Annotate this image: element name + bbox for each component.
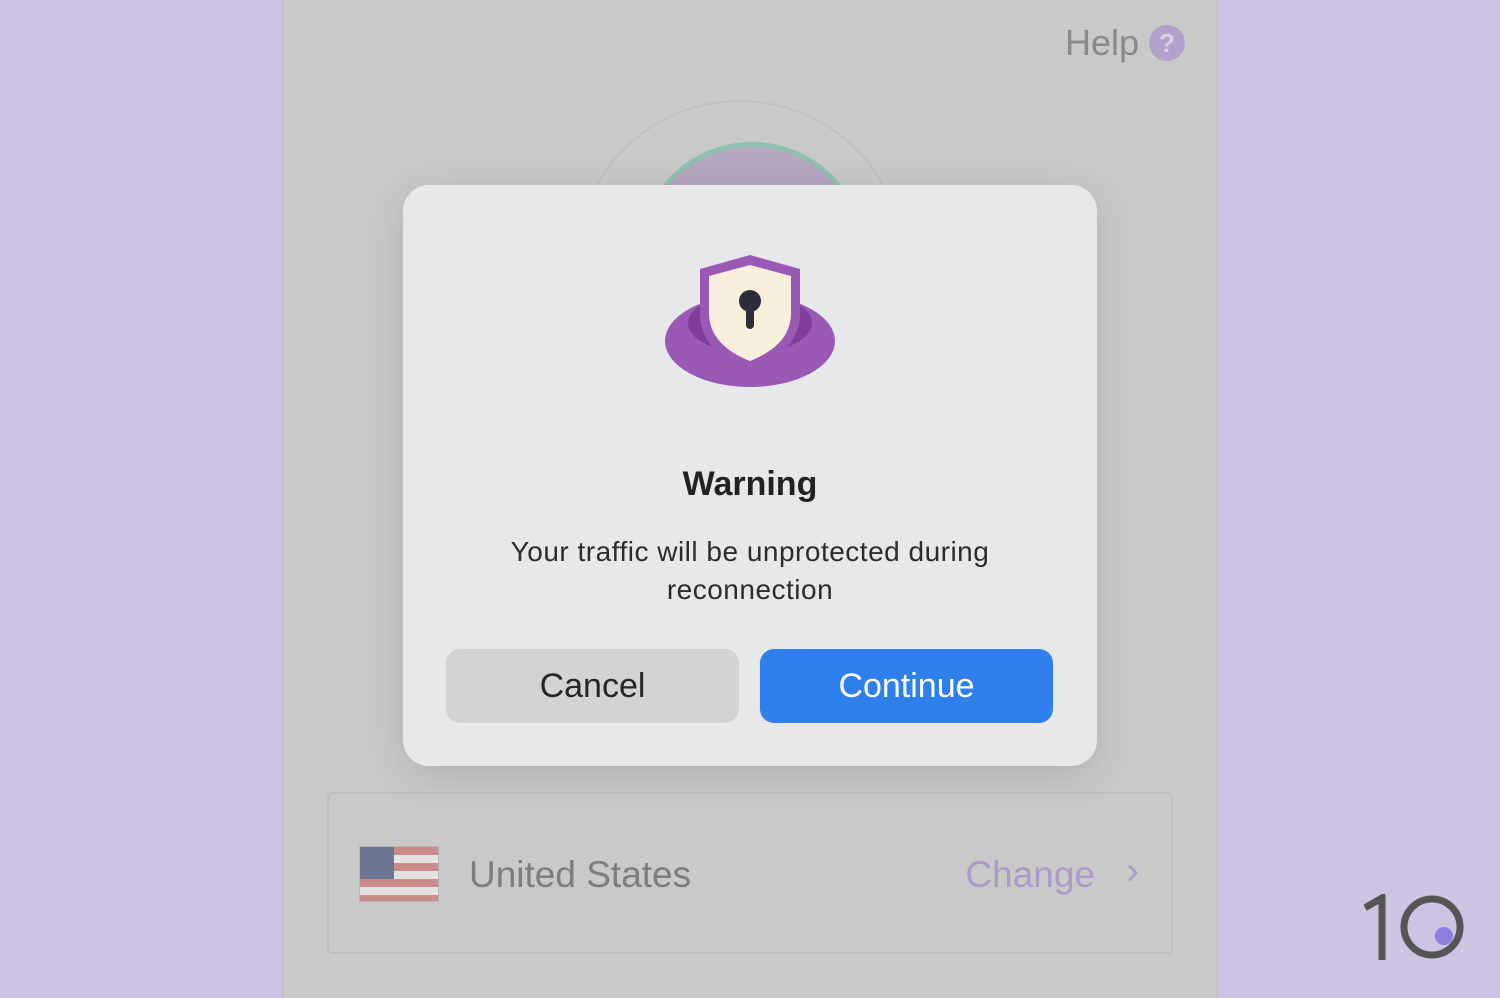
us-flag-icon	[359, 846, 439, 902]
help-button[interactable]: Help ?	[1065, 22, 1185, 64]
question-icon: ?	[1149, 25, 1185, 61]
warning-dialog: Warning Your traffic will be unprotected…	[403, 185, 1097, 766]
change-location-link[interactable]: Change	[965, 854, 1095, 896]
dialog-title: Warning	[682, 465, 818, 503]
watermark-logo: 10	[1363, 891, 1474, 962]
help-label: Help	[1064, 22, 1139, 63]
shield-lock-icon	[663, 251, 837, 396]
dialog-message: Your traffic will be unprotected during …	[510, 536, 990, 605]
continue-button[interactable]: Continue	[760, 649, 1053, 723]
chevron-right-icon: ›	[1126, 850, 1139, 892]
cancel-button[interactable]: Cancel	[446, 649, 739, 723]
location-selector[interactable]: United States Change ›	[327, 792, 1173, 954]
flag-canton	[360, 847, 394, 879]
country-name: United States	[469, 854, 692, 895]
